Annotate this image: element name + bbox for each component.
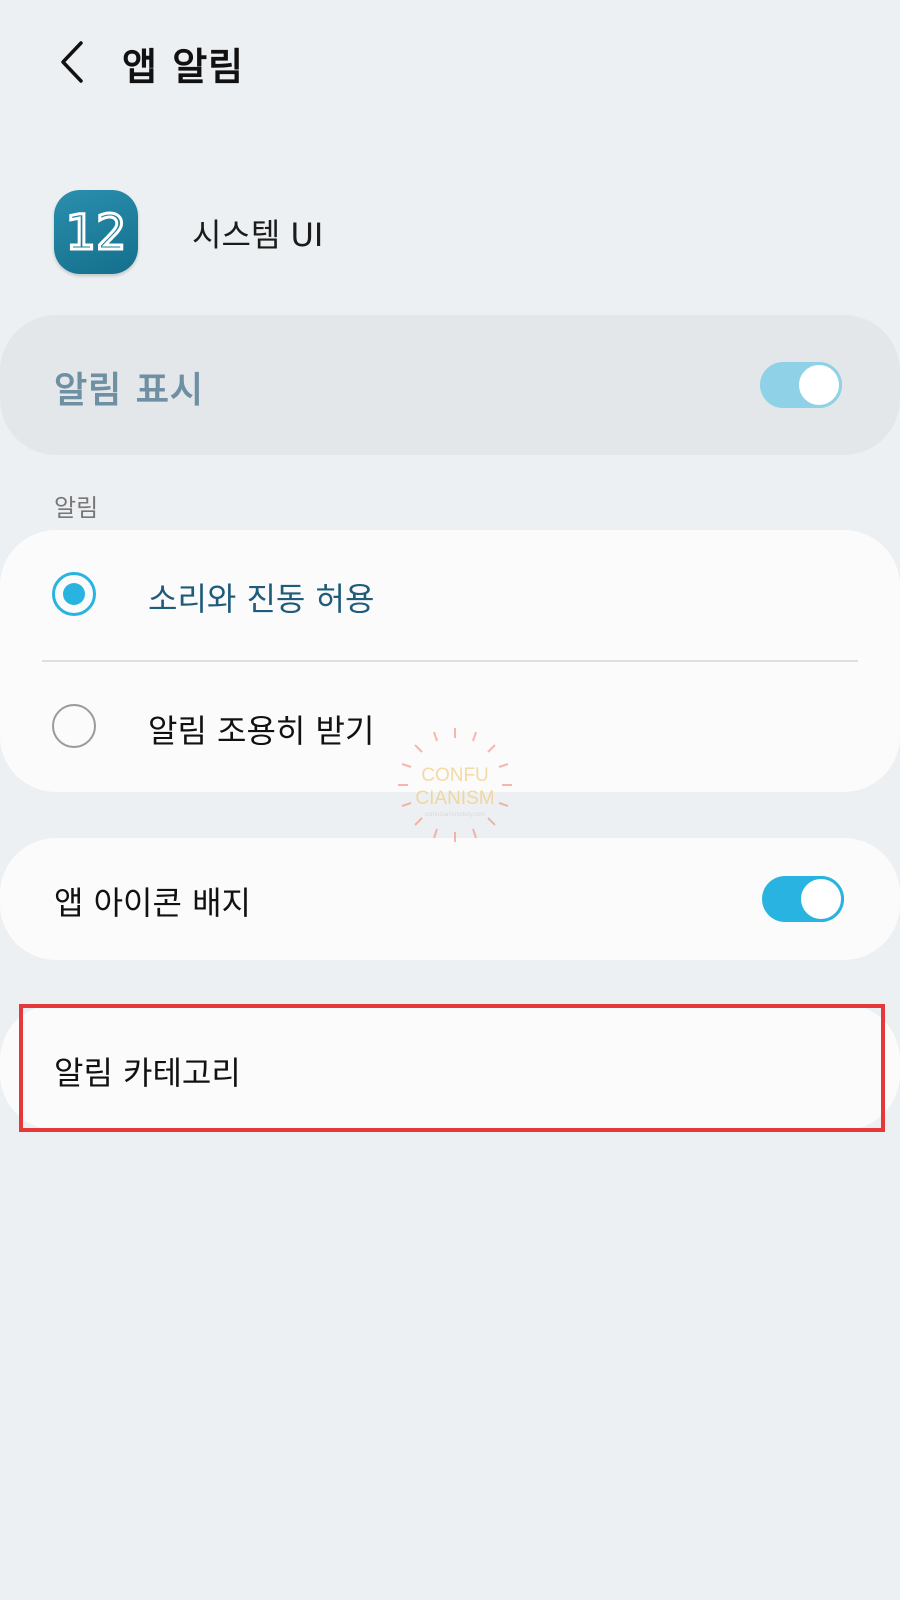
option-sound-vibrate[interactable]: 소리와 진동 허용: [0, 530, 900, 662]
notification-categories-item[interactable]: 알림 카테고리: [0, 1004, 900, 1130]
radio-selected-icon[interactable]: [52, 572, 96, 616]
app-icon-badge-toggle[interactable]: [762, 876, 844, 922]
show-notifications-toggle[interactable]: [760, 362, 842, 408]
app-name: 시스템 UI: [192, 216, 324, 254]
toggle-knob: [798, 876, 844, 922]
chevron-left-icon: [61, 41, 83, 83]
app-icon-text: 12: [65, 205, 126, 261]
option-label: 알림 조용히 받기: [148, 712, 375, 750]
app-icon-badge-label: 앱 아이콘 배지: [54, 884, 251, 922]
show-notifications-label: 알림 표시: [54, 370, 205, 411]
back-button[interactable]: [44, 34, 100, 90]
option-label: 소리와 진동 허용: [148, 580, 375, 618]
radio-unselected-icon[interactable]: [52, 704, 96, 748]
app-icon-glyph: 12: [64, 204, 128, 262]
watermark-url: confucianismstory.com: [425, 812, 486, 818]
radio-dot: [63, 583, 85, 605]
option-silent[interactable]: 알림 조용히 받기: [0, 662, 900, 792]
app-info-row: 12 시스템 UI: [0, 190, 900, 276]
app-icon: 12: [54, 190, 138, 274]
page-title: 앱 알림: [122, 45, 245, 89]
alerts-section-label: 알림: [54, 494, 99, 522]
alert-options-card: 소리와 진동 허용 알림 조용히 받기: [0, 530, 900, 792]
toggle-knob: [796, 362, 842, 408]
header-bar: 앱 알림: [0, 0, 900, 130]
notification-categories-label: 알림 카테고리: [54, 1054, 241, 1092]
